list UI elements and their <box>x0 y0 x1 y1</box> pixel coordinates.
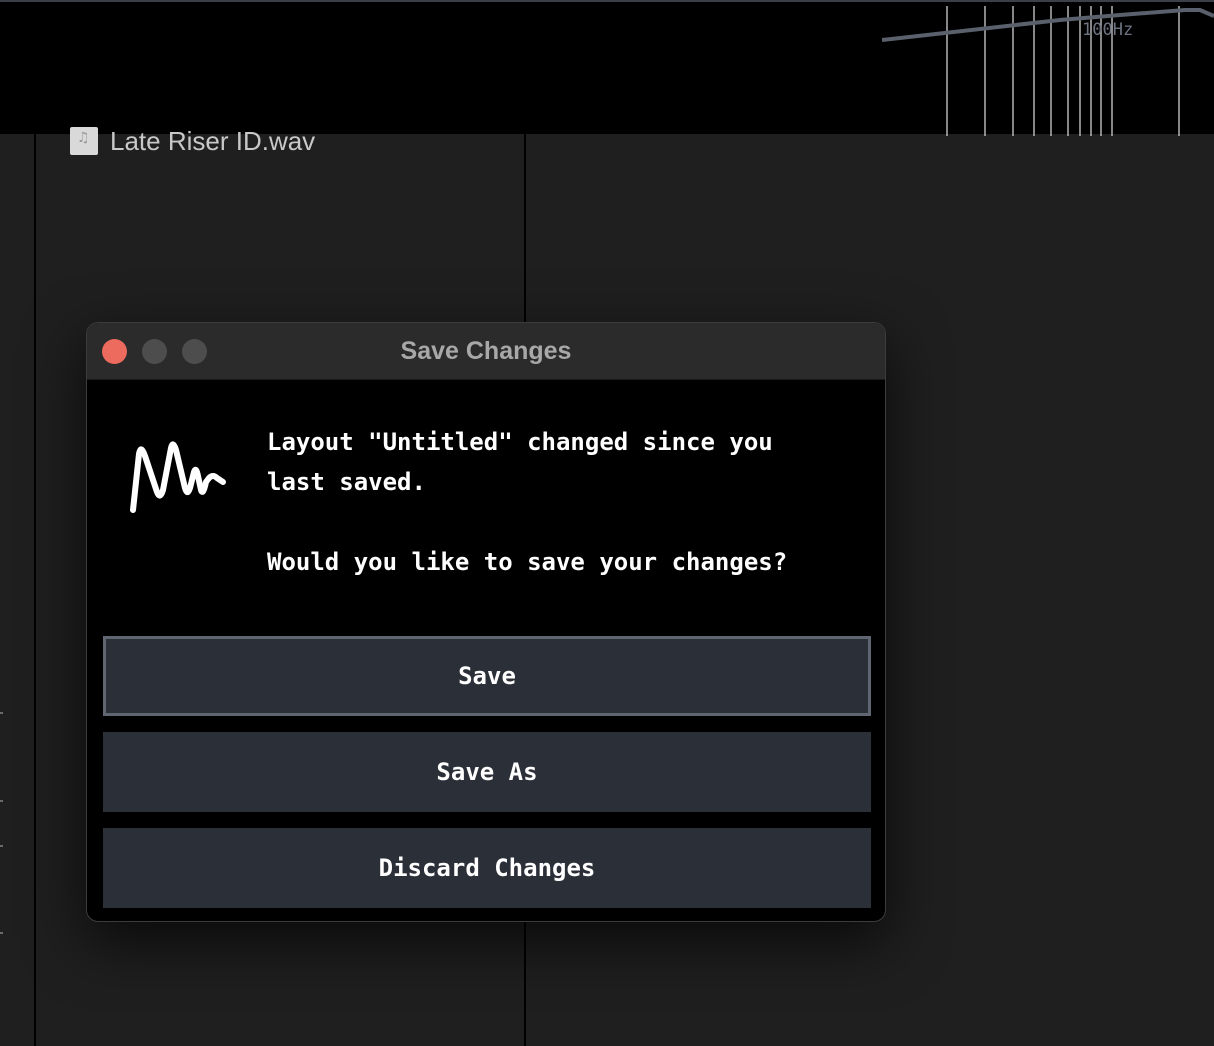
discard-changes-button[interactable]: Discard Changes <box>103 828 871 908</box>
edge-tick <box>0 712 3 714</box>
edge-tick <box>0 845 3 847</box>
panel-divider[interactable] <box>34 134 36 1046</box>
message-question: Would you like to save your changes? <box>267 548 788 576</box>
save-button[interactable]: Save <box>103 636 871 716</box>
spectrum-analyzer: 100Hz <box>0 0 1214 136</box>
app-window: 100Hz Late Riser ID.wav Save Changes Lay… <box>0 0 1214 1046</box>
dialog-body: Layout "Untitled" changed since you last… <box>87 380 885 921</box>
analyzer-graph <box>881 6 1214 136</box>
edge-tick <box>0 932 3 934</box>
file-list-item[interactable]: Late Riser ID.wav <box>70 126 315 156</box>
maximize-window-button[interactable] <box>182 339 207 364</box>
frequency-label: 100Hz <box>1082 20 1134 40</box>
minimize-window-button[interactable] <box>142 339 167 364</box>
close-window-button[interactable] <box>102 339 127 364</box>
message-line: last saved. <box>267 468 426 496</box>
dialog-message: Layout "Untitled" changed since you last… <box>267 422 867 582</box>
audio-file-icon <box>70 127 98 155</box>
eq-curve <box>881 8 1214 42</box>
message-line: Layout "Untitled" changed since you <box>267 428 773 456</box>
waveform-m-logo-icon <box>130 441 226 513</box>
save-as-button[interactable]: Save As <box>103 732 871 812</box>
dialog-titlebar[interactable]: Save Changes <box>87 323 885 380</box>
file-name: Late Riser ID.wav <box>110 126 316 156</box>
edge-tick <box>0 800 3 802</box>
save-changes-dialog: Save Changes Layout "Untitled" changed s… <box>86 322 886 922</box>
dialog-title: Save Changes <box>400 336 572 365</box>
